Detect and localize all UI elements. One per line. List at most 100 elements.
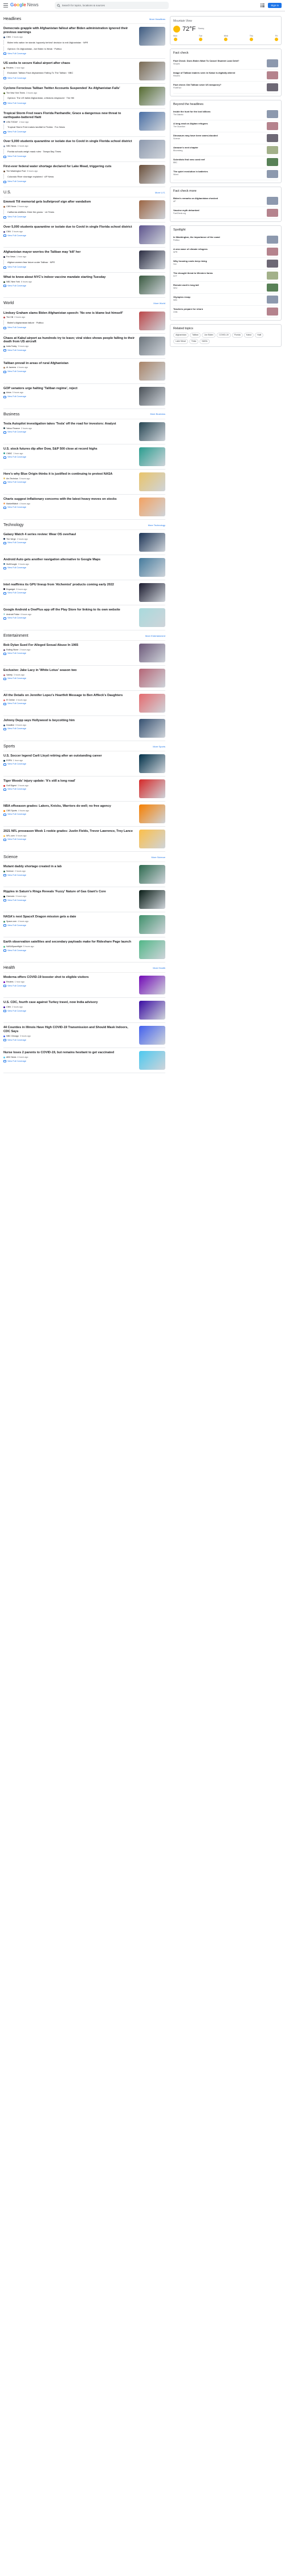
story-thumbnail[interactable]: [139, 1051, 165, 1070]
story-headline[interactable]: Emmett Till memorial gets bulletproof si…: [3, 200, 136, 204]
menu-icon[interactable]: [3, 3, 8, 8]
story-headline[interactable]: Intel reaffirms its GPU lineup from 'Alc…: [3, 583, 136, 587]
section-more-link[interactable]: More Business: [150, 413, 165, 415]
sub-story[interactable]: Afghan women fear future under Taliban ·…: [3, 259, 136, 265]
story-thumbnail[interactable]: [139, 27, 165, 46]
full-coverage-link[interactable]: View Full Coverage: [3, 155, 136, 158]
full-coverage-link[interactable]: View Full Coverage: [3, 813, 136, 816]
story-thumbnail[interactable]: [139, 311, 165, 330]
side-item[interactable]: Why housing costs keep rising Vox: [173, 258, 278, 270]
full-coverage-link[interactable]: View Full Coverage: [3, 481, 136, 484]
side-item[interactable]: Remote work's long tail WSJ: [173, 282, 278, 294]
sub-story[interactable]: Biden's Afghanistan failure · Politico: [3, 320, 136, 326]
story-source[interactable]: NBC News: [6, 145, 17, 148]
section-more-link[interactable]: More Sports: [153, 745, 165, 748]
story-headline[interactable]: Ripples in Saturn's Rings Reveals 'Fuzzy…: [3, 890, 136, 894]
topic-chip[interactable]: Joe Biden: [202, 333, 216, 338]
logo[interactable]: Google News: [10, 2, 39, 8]
sub-story[interactable]: Opinion: On Afghanistan, Joe Biden Is We…: [3, 46, 136, 51]
full-coverage-link[interactable]: View Full Coverage: [3, 924, 136, 927]
side-item[interactable]: Amazon's next chapter Bloomberg: [173, 144, 278, 156]
story-headline[interactable]: Tesla Autopilot investigation takes 'Tes…: [3, 422, 136, 426]
full-coverage-link[interactable]: View Full Coverage: [3, 567, 136, 569]
section-title[interactable]: Business: [3, 412, 19, 417]
story-headline[interactable]: Charts suggest inflationary concerns wit…: [3, 498, 136, 502]
section-title[interactable]: Headlines: [3, 17, 21, 22]
side-item[interactable]: A new wave of climate refugees NPR: [173, 246, 278, 258]
story-source[interactable]: Golf Digest: [6, 784, 17, 787]
topic-chip[interactable]: Haiti: [255, 333, 264, 338]
side-item[interactable]: Fact check: Did Taliban seize US weaponr…: [173, 82, 278, 94]
side-item[interactable]: Olympics recap NBC: [173, 294, 278, 306]
story-source[interactable]: Reuters: [6, 981, 14, 984]
story-thumbnail[interactable]: [139, 200, 165, 220]
story-source[interactable]: CNN: [6, 1006, 11, 1009]
story-source[interactable]: The New York Times: [6, 92, 25, 95]
full-coverage-link[interactable]: View Full Coverage: [3, 131, 136, 134]
story-thumbnail[interactable]: [139, 111, 165, 131]
side-item[interactable]: Biden's remarks on Afghanistan checked AP: [173, 195, 278, 207]
section-more-link[interactable]: More Entertainment: [145, 634, 165, 637]
full-coverage-link[interactable]: View Full Coverage: [3, 52, 136, 55]
story-thumbnail[interactable]: [139, 608, 165, 627]
side-item-headline[interactable]: Dinosaurs may have been warm-blooded: [173, 134, 264, 137]
story-source[interactable]: Ars Technica: [6, 478, 18, 480]
story-source[interactable]: India Today: [6, 345, 17, 348]
story-headline[interactable]: Johnny Depp says Hollywood is boycotting…: [3, 719, 136, 723]
full-coverage-link[interactable]: View Full Coverage: [3, 727, 136, 730]
story-thumbnail[interactable]: [139, 865, 165, 884]
topic-chip[interactable]: Lake Mead: [173, 338, 188, 344]
story-source[interactable]: CBS News: [6, 205, 16, 208]
full-coverage-link[interactable]: View Full Coverage: [3, 266, 136, 269]
story-source[interactable]: Space.com: [6, 920, 17, 923]
section-title[interactable]: U.S.: [3, 190, 11, 195]
story-thumbnail[interactable]: [139, 532, 165, 552]
section-more-link[interactable]: More World: [153, 302, 165, 305]
side-item-headline[interactable]: Image of Taliban leaders seen in Kabul i…: [173, 71, 264, 74]
section-title[interactable]: Health: [3, 965, 15, 970]
story-headline[interactable]: What to know about NYC's indoor vaccine …: [3, 276, 136, 280]
story-source[interactable]: Deadline: [6, 724, 14, 727]
story-source[interactable]: E! Online: [6, 699, 15, 702]
side-item[interactable]: Inside the hunt for the lost billions The…: [173, 108, 278, 120]
section-more-link[interactable]: More Technology: [148, 524, 165, 527]
story-headline[interactable]: Afghanistan mayor worries the Taliban ma…: [3, 250, 136, 254]
section-more-link[interactable]: More Headlines: [149, 18, 165, 21]
story-thumbnail[interactable]: [139, 250, 165, 270]
full-coverage-link[interactable]: View Full Coverage: [3, 456, 136, 459]
story-headline[interactable]: Cyclone Ferocious Taliban Twitter Accoun…: [3, 87, 136, 91]
story-thumbnail[interactable]: [139, 336, 165, 355]
full-coverage-link[interactable]: View Full Coverage: [3, 1010, 136, 1013]
side-item[interactable]: Fact Check: Does Biden Want To Cancel St…: [173, 58, 278, 70]
full-coverage-link[interactable]: View Full Coverage: [3, 180, 136, 183]
full-coverage-link[interactable]: View Full Coverage: [3, 234, 136, 237]
story-headline[interactable]: Here's why Blue Origin thinks it is just…: [3, 472, 136, 476]
sub-story[interactable]: Biden tells nation he stands 'squarely b…: [3, 39, 136, 45]
story-headline[interactable]: Bob Dylan Sued For Alleged Sexual Abuse …: [3, 644, 136, 648]
story-headline[interactable]: Nurse loses 2 parents to COVID-19, but r…: [3, 1051, 136, 1055]
full-coverage-link[interactable]: View Full Coverage: [3, 102, 136, 105]
sub-story[interactable]: Tropical Storm Fred makes landfall in Fl…: [3, 124, 136, 130]
topic-chip[interactable]: Taliban: [189, 333, 201, 338]
sub-story[interactable]: Opinion: The US failed Afghanistan, crit…: [3, 95, 136, 101]
full-coverage-link[interactable]: View Full Coverage: [3, 370, 136, 373]
section-title[interactable]: Science: [3, 855, 18, 860]
full-coverage-link[interactable]: View Full Coverage: [3, 431, 136, 434]
sub-story[interactable]: Colorado River shortage explained · AP N…: [3, 173, 136, 180]
story-source[interactable]: Yahoo Finance: [6, 427, 20, 430]
full-coverage-link[interactable]: View Full Coverage: [3, 985, 136, 988]
story-thumbnail[interactable]: [139, 976, 165, 995]
side-item-headline[interactable]: In Washington, the importance of the coa…: [173, 236, 264, 238]
story-headline[interactable]: Android Auto gets another navigation alt…: [3, 558, 136, 562]
story-thumbnail[interactable]: [139, 276, 165, 295]
story-source[interactable]: Android Police: [6, 613, 19, 616]
full-coverage-link[interactable]: View Full Coverage: [3, 395, 136, 398]
story-headline[interactable]: US seeks to secure Kabul airport after c…: [3, 62, 136, 66]
story-source[interactable]: USA TODAY: [6, 121, 18, 124]
full-coverage-link[interactable]: View Full Coverage: [3, 838, 136, 841]
story-thumbnail[interactable]: [139, 829, 165, 848]
full-coverage-link[interactable]: View Full Coverage: [3, 1039, 136, 1042]
story-thumbnail[interactable]: [139, 1001, 165, 1020]
full-coverage-link[interactable]: View Full Coverage: [3, 677, 136, 680]
side-item[interactable]: Scientists find new coral reef BBC: [173, 156, 278, 168]
